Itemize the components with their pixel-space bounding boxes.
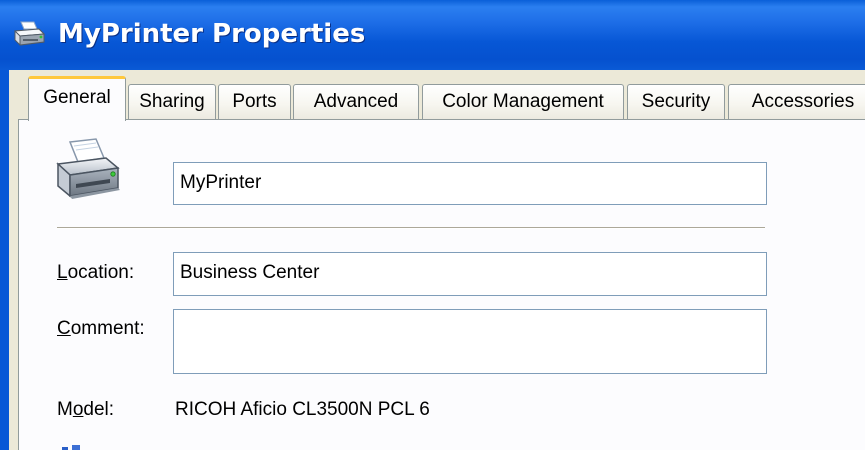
- comment-label-rest: omment:: [70, 318, 145, 339]
- tab-security[interactable]: Security: [627, 84, 725, 120]
- tab-advanced[interactable]: Advanced: [293, 84, 419, 120]
- tab-accessories[interactable]: Accessories: [728, 84, 865, 120]
- model-value: RICOH Aficio CL3500N PCL 6: [175, 399, 430, 420]
- model-label-rest: del:: [83, 399, 115, 420]
- model-label-accel: o: [72, 399, 84, 420]
- tab-general[interactable]: General: [28, 76, 126, 121]
- location-label: Location:: [57, 262, 134, 284]
- location-label-rest: ocation:: [67, 262, 135, 283]
- printer-icon: [13, 21, 46, 46]
- comment-field[interactable]: [173, 309, 767, 374]
- location-field[interactable]: Business Center: [173, 252, 767, 296]
- tab-strip: General Sharing Ports Advanced Color Man…: [18, 76, 865, 121]
- model-label: Model:: [57, 399, 114, 421]
- model-label-pre: M: [57, 399, 73, 420]
- tab-sharing[interactable]: Sharing: [128, 84, 216, 120]
- printer-name-field[interactable]: MyPrinter: [173, 162, 767, 205]
- comment-label-accel: C: [57, 318, 71, 339]
- tab-ports[interactable]: Ports: [218, 84, 291, 120]
- title-bar[interactable]: MyPrinter Properties: [0, 0, 865, 70]
- printer-properties-window: MyPrinter Properties General Sharing Por…: [0, 0, 865, 450]
- location-label-accel: L: [57, 262, 68, 283]
- separator: [57, 227, 765, 229]
- window-title: MyPrinter Properties: [58, 19, 366, 49]
- tab-color-management[interactable]: Color Management: [422, 84, 624, 120]
- features-icon: [62, 445, 80, 450]
- comment-label: Comment:: [57, 318, 145, 340]
- printer-icon: [56, 138, 120, 199]
